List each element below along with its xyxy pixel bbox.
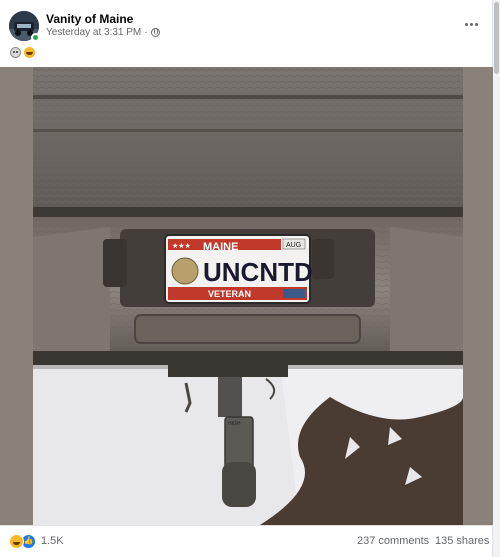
post-timestamp[interactable]: Yesterday at 3:31 PM — [46, 27, 141, 38]
meta-separator: · — [144, 27, 148, 38]
more-options-button[interactable] — [461, 14, 481, 34]
hitch-stamp: HIGH — [228, 421, 241, 427]
plate-number: UNCNTD — [203, 257, 313, 287]
svg-text:★★★: ★★★ — [172, 242, 191, 250]
scrollbar-thumb[interactable] — [494, 2, 499, 74]
post-card: Vanity of Maine Yesterday at 3:31 PM · ★… — [0, 0, 493, 557]
reaction-count[interactable]: 1.5K — [41, 535, 64, 547]
haha-icon — [9, 534, 24, 549]
online-status-dot — [31, 33, 40, 42]
more-horizontal-icon — [464, 22, 468, 26]
plate-state: MAINE — [203, 241, 238, 253]
comments-count[interactable]: 237 comments — [357, 535, 429, 547]
page-name-link[interactable]: Vanity of Maine — [46, 12, 133, 26]
skull-icon — [10, 47, 21, 58]
plate-bottom-text: VETERAN — [208, 289, 251, 299]
globe-icon — [150, 28, 160, 37]
more-dot — [469, 22, 473, 26]
plate-month-sticker: AUG — [286, 242, 301, 249]
shares-count[interactable]: 135 shares — [435, 535, 489, 547]
more-dot — [474, 22, 478, 26]
post-meta: Yesterday at 3:31 PM · — [46, 27, 160, 38]
reaction-icons[interactable]: 👍 — [9, 534, 36, 549]
post-photo[interactable]: ★★★ MAINE AUG UNCNTD VETERAN HIGH — [0, 67, 493, 525]
laughing-emoji-icon — [24, 47, 35, 58]
license-plate: ★★★ MAINE AUG UNCNTD VETERAN — [164, 234, 313, 304]
post-caption — [10, 47, 35, 58]
post-header: Vanity of Maine Yesterday at 3:31 PM · — [0, 0, 493, 66]
scrollbar[interactable] — [493, 0, 500, 557]
truck-license-plate-photo: ★★★ MAINE AUG UNCNTD VETERAN HIGH — [0, 67, 493, 525]
reactions-bar: 👍 1.5K 237 comments 135 shares — [0, 525, 493, 557]
